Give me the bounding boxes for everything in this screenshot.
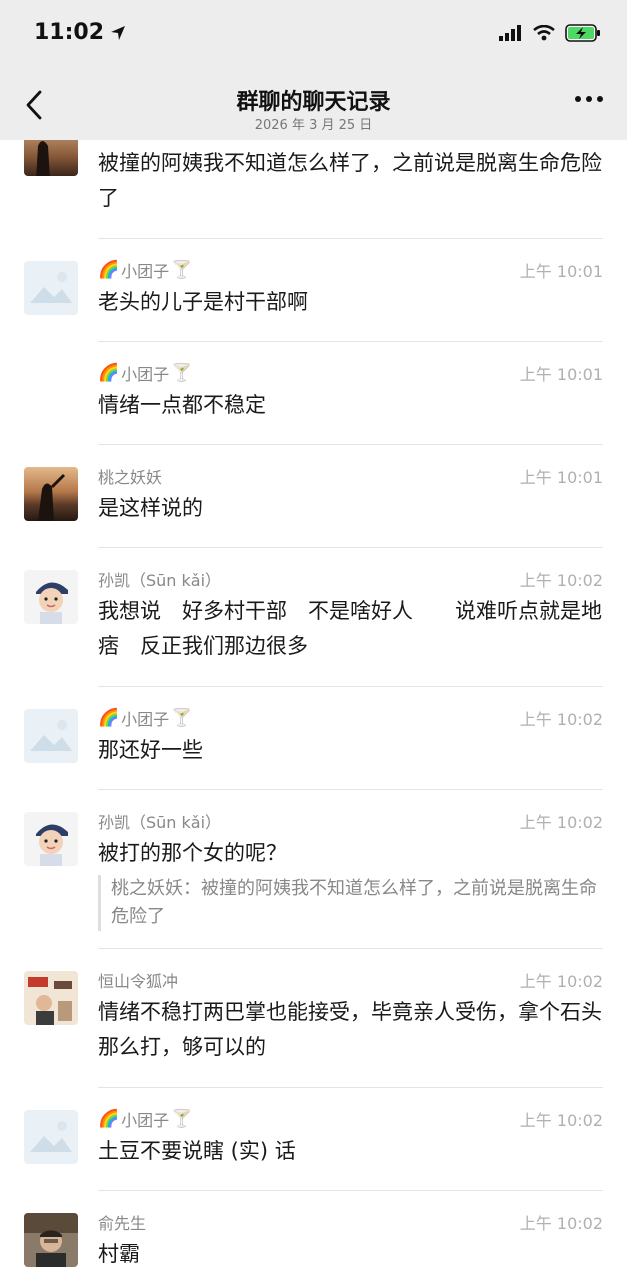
avatar-baby[interactable] bbox=[24, 570, 78, 624]
avatar-placeholder[interactable] bbox=[24, 709, 78, 763]
message-time: 上午 10:01 bbox=[519, 468, 603, 487]
cocktail-icon: 🍸 bbox=[171, 260, 193, 280]
message-text: 是这样说的 bbox=[98, 496, 203, 520]
list-item: 被撞的阿姨我不知道怎么样了，之前说是脱离生命危险了 bbox=[0, 140, 627, 238]
page-title: 群聊的聊天记录 bbox=[236, 90, 391, 115]
more-options-icon[interactable] bbox=[575, 96, 603, 102]
message-time: 上午 10:02 bbox=[519, 813, 603, 832]
list-item: 恒山令狐冲 上午 10:02 情绪不稳打两巴掌也能接受，毕竟亲人受伤，拿个石头那… bbox=[0, 949, 627, 1087]
sender-name: 孙凯（Sūn kǎi） bbox=[98, 571, 222, 590]
cocktail-icon: 🍸 bbox=[171, 708, 193, 728]
message-text: 那还好一些 bbox=[98, 738, 203, 762]
message-time: 上午 10:02 bbox=[519, 1111, 603, 1130]
message-text: 被打的那个女的呢？ bbox=[98, 841, 287, 865]
message-time: 上午 10:02 bbox=[519, 972, 603, 991]
list-item: 孙凯（Sūn kǎi） 上午 10:02 我想说 好多村干部 不是啥好人 说难听… bbox=[0, 548, 627, 686]
avatar-poster[interactable] bbox=[24, 971, 78, 1025]
message-time: 上午 10:02 bbox=[519, 571, 603, 590]
rainbow-icon: 🌈 bbox=[98, 260, 120, 280]
message-text: 我想说 好多村干部 不是啥好人 说难听点就是地痞 反正我们那边很多 bbox=[98, 599, 602, 658]
sender-name: 🌈 小团子 🍸 bbox=[98, 363, 193, 384]
avatar-placeholder[interactable] bbox=[24, 1110, 78, 1164]
page-subtitle-date: 2026 年 3 月 25 日 bbox=[254, 118, 373, 133]
message-text: 情绪一点都不稳定 bbox=[98, 393, 266, 417]
wifi-icon bbox=[533, 25, 555, 41]
sender-name: 俞先生 bbox=[98, 1214, 147, 1233]
avatar-sunset[interactable] bbox=[24, 467, 78, 521]
quoted-message[interactable]: 桃之妖妖：被撞的阿姨我不知道怎么样了，之前说是脱离生命危险了 bbox=[98, 875, 603, 931]
battery-charging-icon bbox=[565, 24, 600, 42]
message-time: 上午 10:02 bbox=[519, 1214, 603, 1233]
sender-name: 恒山令狐冲 bbox=[98, 972, 179, 991]
sender-name: 🌈 小团子 🍸 bbox=[98, 260, 193, 281]
message-text: 土豆不要说瞎 (实) 话 bbox=[98, 1139, 296, 1163]
signal-icon bbox=[499, 25, 521, 41]
rainbow-icon: 🌈 bbox=[98, 1109, 120, 1129]
avatar-baby[interactable] bbox=[24, 812, 78, 866]
message-time: 上午 10:02 bbox=[519, 710, 603, 729]
avatar-sunset[interactable] bbox=[24, 140, 78, 176]
cocktail-icon: 🍸 bbox=[171, 1109, 193, 1129]
message-text: 被撞的阿姨我不知道怎么样了，之前说是脱离生命危险了 bbox=[98, 151, 602, 210]
list-item: 🌈 小团子 🍸 上午 10:01 老头的儿子是村干部啊 bbox=[0, 239, 627, 341]
message-time: 上午 10:01 bbox=[519, 365, 603, 384]
rainbow-icon: 🌈 bbox=[98, 363, 120, 383]
avatar-placeholder[interactable] bbox=[24, 261, 78, 315]
message-time: 上午 10:01 bbox=[519, 262, 603, 281]
rainbow-icon: 🌈 bbox=[98, 708, 120, 728]
message-text: 村霸 bbox=[98, 1242, 140, 1266]
avatar-man[interactable] bbox=[24, 1213, 78, 1267]
list-item: 🌈 小团子 🍸 上午 10:01 情绪一点都不稳定 bbox=[0, 342, 627, 444]
sender-name: 🌈 小团子 🍸 bbox=[98, 708, 193, 729]
list-item: 🌈 小团子 🍸 上午 10:02 土豆不要说瞎 (实) 话 bbox=[0, 1088, 627, 1190]
sender-name: 🌈 小团子 🍸 bbox=[98, 1109, 193, 1130]
list-item: 🌈 小团子 🍸 上午 10:02 那还好一些 bbox=[0, 687, 627, 789]
list-item: 俞先生 上午 10:02 村霸 bbox=[0, 1191, 627, 1280]
list-item: 桃之妖妖 上午 10:01 是这样说的 bbox=[0, 445, 627, 547]
status-bar: 11:02 bbox=[0, 0, 627, 70]
status-time: 11:02 bbox=[34, 20, 126, 45]
chat-record-list[interactable]: 被撞的阿姨我不知道怎么样了，之前说是脱离生命危险了 🌈 小团子 🍸 上午 10:01… bbox=[0, 140, 627, 1280]
location-arrow-icon bbox=[111, 25, 126, 40]
sender-name: 孙凯（Sūn kǎi） bbox=[98, 813, 222, 832]
cocktail-icon: 🍸 bbox=[171, 363, 193, 383]
status-indicators bbox=[499, 24, 601, 42]
message-text: 老头的儿子是村干部啊 bbox=[98, 290, 308, 314]
list-item: 孙凯（Sūn kǎi） 上午 10:02 被打的那个女的呢？ 桃之妖妖：被撞的阿… bbox=[0, 790, 627, 948]
nav-bar: 群聊的聊天记录 2026 年 3 月 25 日 bbox=[0, 70, 627, 140]
message-text: 情绪不稳打两巴掌也能接受，毕竟亲人受伤，拿个石头那么打，够可以的 bbox=[98, 1000, 602, 1059]
sender-name: 桃之妖妖 bbox=[98, 468, 163, 487]
